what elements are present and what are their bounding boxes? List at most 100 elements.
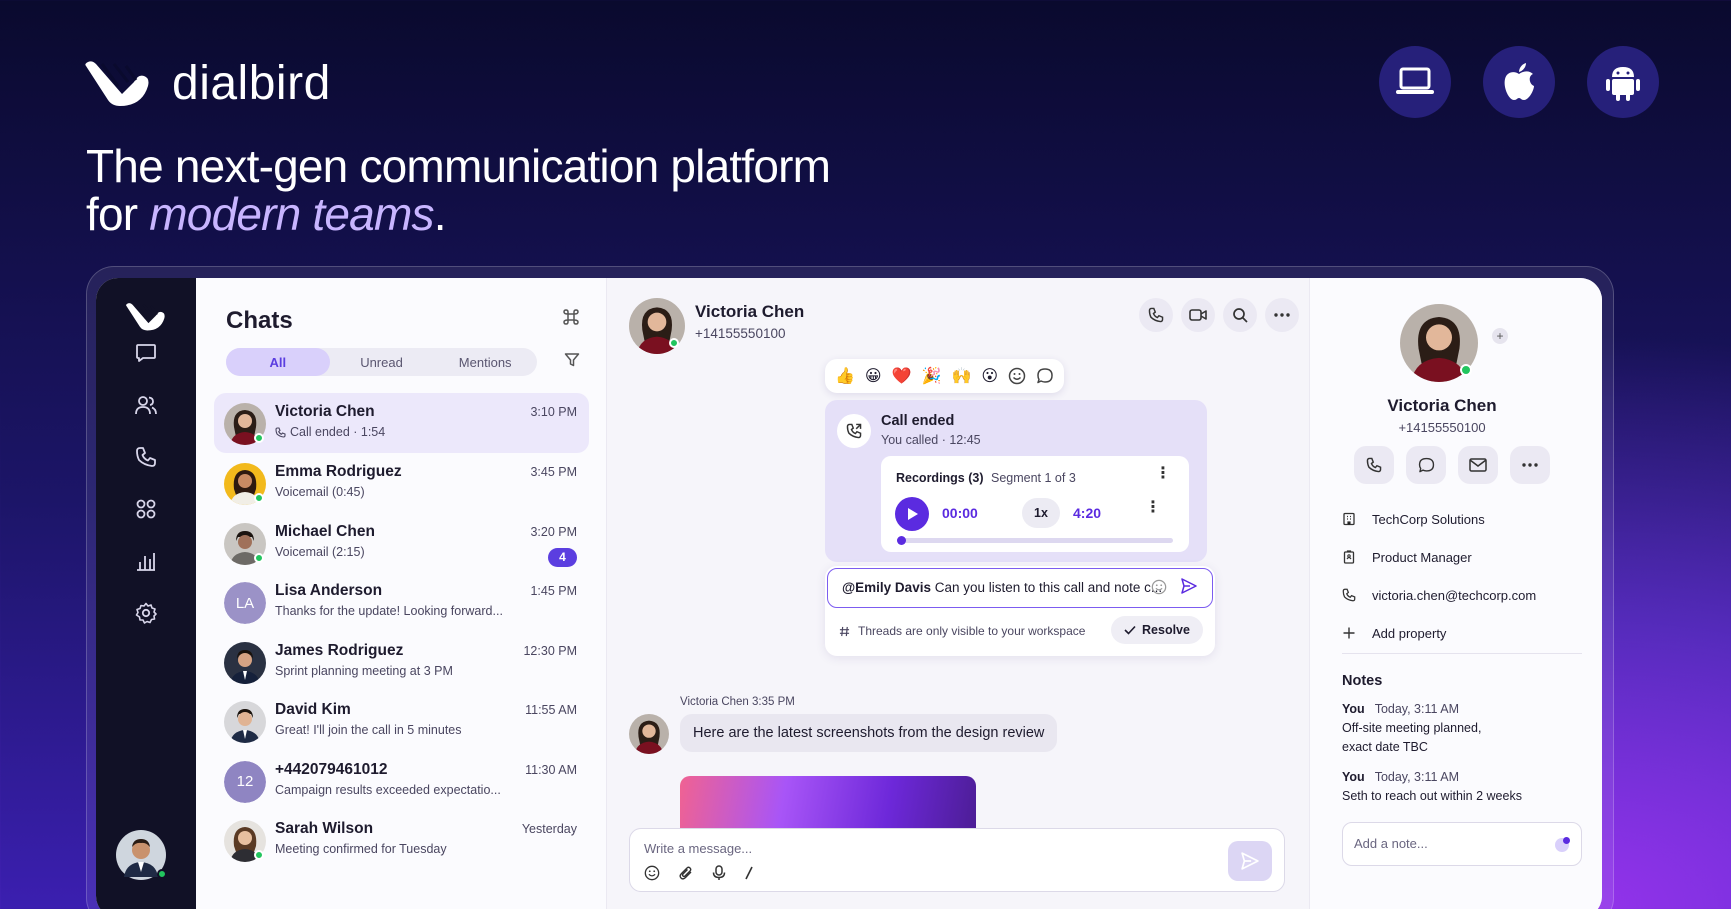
search-icon: [1233, 308, 1248, 323]
add-property-button[interactable]: Add property: [1342, 614, 1536, 652]
apple-icon: [1504, 63, 1534, 100]
reaction-bar: 👍 😀 ❤️ 🎉 🙌 😮: [825, 359, 1065, 393]
brand[interactable]: dialbird: [82, 56, 331, 111]
chat-row-michael-chen[interactable]: Michael Chen Voicemail (2:15) 3:20 PM 4: [214, 513, 589, 573]
property-role[interactable]: Product Manager: [1342, 538, 1536, 576]
profile-message-button[interactable]: [1406, 446, 1446, 484]
settings-icon: [135, 602, 157, 624]
avatar: 12: [224, 760, 266, 803]
call-button[interactable]: [1139, 298, 1173, 332]
resolve-button[interactable]: Resolve: [1111, 616, 1203, 644]
chat-row-lisa-anderson[interactable]: LA Lisa Anderson Thanks for the update! …: [214, 572, 589, 632]
headline-emphasis: modern teams: [149, 188, 434, 240]
tab-mentions[interactable]: Mentions: [433, 348, 537, 376]
add-note-input[interactable]: Add a note...: [1342, 822, 1582, 866]
playback-more-button[interactable]: ⋮: [1145, 500, 1161, 516]
online-indicator: [254, 552, 264, 563]
nav-calls[interactable]: [127, 438, 165, 476]
emoji-icon[interactable]: [1151, 579, 1167, 595]
add-reaction-icon[interactable]: [1008, 367, 1026, 385]
reply-thread-icon[interactable]: [1036, 367, 1054, 385]
laptop-icon: [1396, 67, 1434, 94]
nav-analytics[interactable]: [127, 542, 165, 580]
online-indicator: [669, 338, 679, 348]
recordings-title: Recordings (3): [896, 471, 984, 485]
profile-more-button[interactable]: [1510, 446, 1550, 484]
play-icon: [908, 508, 918, 520]
chat-icon: [1418, 457, 1434, 472]
phone-icon: [136, 447, 156, 467]
nav-settings[interactable]: [127, 594, 165, 632]
filter-button[interactable]: [564, 352, 580, 368]
video-call-button[interactable]: [1181, 298, 1215, 332]
message-preview: Sprint planning meeting at 3 PM: [275, 663, 453, 678]
avatar: [224, 641, 266, 684]
thread-reply-box: @Emily Davis Can you listen to this call…: [825, 566, 1215, 656]
add-to-contact-button[interactable]: +: [1492, 328, 1508, 344]
recordings-more-button[interactable]: ⋮: [1155, 466, 1171, 482]
send-button[interactable]: [1228, 841, 1272, 881]
reaction-party[interactable]: 🎉: [922, 366, 942, 386]
message-image-attachment[interactable]: [680, 776, 976, 836]
search-button[interactable]: [1223, 298, 1257, 332]
phone-icon: [1366, 457, 1382, 473]
playback-scrubber[interactable]: [897, 536, 906, 545]
message-input[interactable]: Write a message...: [644, 841, 752, 856]
playback-duration: 4:20: [1073, 505, 1102, 521]
check-icon: [1124, 625, 1136, 635]
property-company[interactable]: TechCorp Solutions: [1342, 500, 1536, 538]
avatar: [224, 701, 266, 743]
ai-assist-icon[interactable]: [1555, 837, 1570, 852]
contact-name: David Kim: [275, 701, 351, 718]
profile-call-button[interactable]: [1354, 446, 1394, 484]
android-download-button[interactable]: [1587, 46, 1659, 118]
timestamp: 1:45 PM: [530, 584, 577, 598]
laptop-download-button[interactable]: [1379, 46, 1451, 118]
microphone-icon[interactable]: [712, 865, 726, 881]
reaction-surprised[interactable]: 😮: [981, 366, 998, 386]
play-button[interactable]: [895, 497, 929, 531]
send-icon: [1241, 852, 1259, 870]
nav-chats[interactable]: [127, 334, 165, 372]
current-user-avatar[interactable]: [116, 830, 167, 880]
avatar: LA: [224, 582, 266, 624]
reaction-raised-hands[interactable]: 🙌: [951, 366, 971, 386]
thread-visibility-note: Threads are only visible to your workspa…: [839, 624, 1085, 638]
playback-progress-bar[interactable]: [897, 536, 1173, 545]
slash-command-icon[interactable]: [744, 865, 754, 881]
apple-download-button[interactable]: [1483, 46, 1555, 118]
message-preview: Voicemail (0:45): [275, 485, 365, 499]
message-bubble: Here are the latest screenshots from the…: [680, 714, 1058, 752]
playback-speed-button[interactable]: 1x: [1022, 498, 1060, 528]
reaction-thumbs-up[interactable]: 👍: [835, 366, 855, 386]
nav-contacts[interactable]: [127, 386, 165, 424]
send-icon[interactable]: [1181, 578, 1197, 594]
conversation-avatar[interactable]: [629, 298, 685, 354]
profile-avatar: [1400, 304, 1478, 382]
tab-all[interactable]: All: [226, 348, 330, 376]
reaction-heart[interactable]: ❤️: [892, 366, 912, 386]
chat-row-phone-number[interactable]: 12 +442079461012 Campaign results exceed…: [214, 751, 589, 811]
headline: The next-gen communication platform for …: [86, 142, 831, 240]
tab-unread[interactable]: Unread: [330, 348, 434, 376]
emoji-icon[interactable]: [644, 865, 660, 881]
attachment-icon[interactable]: [678, 865, 694, 881]
more-options-button[interactable]: [1265, 298, 1299, 332]
chat-row-james-rodriguez[interactable]: James Rodriguez Sprint planning meeting …: [214, 632, 589, 692]
contact-profile-panel: + Victoria Chen +14155550100 TechCorp So…: [1310, 278, 1602, 909]
chat-row-david-kim[interactable]: David Kim Great! I'll join the call in 5…: [214, 691, 589, 751]
phone-outgoing-icon: [846, 423, 862, 439]
online-indicator: [157, 869, 167, 879]
property-email[interactable]: victoria.chen@techcorp.com: [1342, 576, 1536, 614]
playback-current-time: 00:00: [942, 505, 978, 521]
chat-row-sarah-wilson[interactable]: Sarah Wilson Meeting confirmed for Tuesd…: [214, 810, 589, 870]
chat-row-victoria-chen[interactable]: Victoria Chen Call ended · 1:54 3:10 PM: [214, 393, 589, 453]
nav-apps[interactable]: [127, 490, 165, 528]
reaction-smile[interactable]: 😀: [865, 366, 882, 386]
chat-row-emma-rodriguez[interactable]: Emma Rodriguez Voicemail (0:45) 3:45 PM: [214, 453, 589, 513]
profile-email-button[interactable]: [1458, 446, 1498, 484]
analytics-icon: [137, 553, 155, 571]
message-preview: Voicemail (2:15): [275, 544, 365, 559]
layout-toggle-button[interactable]: [562, 308, 580, 326]
notes-title: Notes: [1342, 673, 1383, 689]
